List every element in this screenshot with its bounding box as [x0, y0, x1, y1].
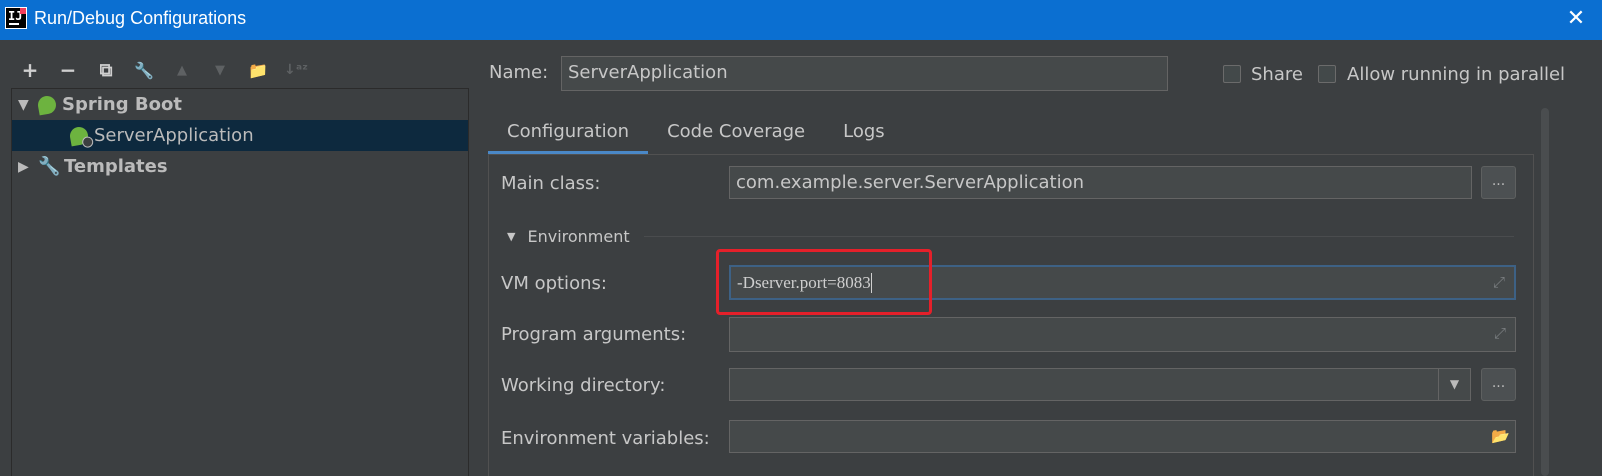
vm-options-label: VM options:	[501, 273, 607, 294]
config-toolbar: + − ⧉ 🔧 ▲ ▼ 📁 ↓ᵃᶻ	[16, 56, 310, 84]
tree-item-templates[interactable]: ▶ 🔧 Templates	[12, 151, 468, 182]
tree-item-label: Spring Boot	[62, 94, 182, 115]
environment-variables-field[interactable]: 📂	[729, 420, 1516, 453]
window-title: Run/Debug Configurations	[34, 8, 247, 28]
allow-parallel-checkbox[interactable]	[1318, 65, 1336, 83]
wrench-icon: 🔧	[38, 156, 61, 177]
main-class-label: Main class:	[501, 173, 601, 194]
share-label: Share	[1251, 64, 1303, 85]
folder-icon[interactable]: 📂	[1491, 427, 1510, 445]
config-tabs: Configuration Code Coverage Logs	[488, 112, 904, 154]
working-directory-label: Working directory:	[501, 375, 666, 396]
tree-item-spring-boot[interactable]: ▼ Spring Boot	[12, 89, 468, 120]
sort-icon[interactable]: ↓ᵃᶻ	[282, 56, 310, 84]
title-bar: IJ Run/Debug Configurations ✕	[0, 0, 1602, 40]
collapse-arrow-icon[interactable]: ▶	[18, 159, 29, 175]
add-icon[interactable]: +	[16, 56, 44, 84]
expand-icon[interactable]: ⤢	[1491, 324, 1509, 342]
close-icon[interactable]: ✕	[1560, 4, 1592, 36]
name-label: Name:	[489, 62, 549, 83]
new-folder-icon[interactable]: 📁	[244, 56, 272, 84]
name-input[interactable]: ServerApplication	[561, 56, 1168, 91]
intellij-app-icon: IJ	[5, 7, 27, 29]
config-tree: ▼ Spring Boot ServerApplication ▶ 🔧 Temp…	[11, 88, 469, 476]
move-down-icon[interactable]: ▼	[206, 56, 234, 84]
spring-boot-icon	[36, 94, 58, 115]
copy-icon[interactable]: ⧉	[92, 56, 120, 84]
chevron-down-icon[interactable]: ▼	[1438, 369, 1470, 400]
tab-logs[interactable]: Logs	[824, 112, 904, 154]
vm-options-value: -Dserver.port=8083	[737, 273, 871, 292]
allow-parallel-label: Allow running in parallel	[1347, 64, 1566, 85]
section-divider	[644, 236, 1514, 237]
vm-options-field[interactable]: -Dserver.port=8083 ⤢	[729, 265, 1516, 300]
environment-variables-label: Environment variables:	[501, 428, 710, 449]
remove-icon[interactable]: −	[54, 56, 82, 84]
tab-code-coverage[interactable]: Code Coverage	[648, 112, 824, 154]
working-directory-field[interactable]: ▼	[729, 368, 1471, 401]
browse-main-class-button[interactable]: ...	[1481, 166, 1516, 199]
tree-item-label: ServerApplication	[94, 125, 254, 146]
browse-working-directory-button[interactable]: ...	[1481, 368, 1516, 401]
collapse-triangle-icon: ▼	[507, 229, 516, 243]
share-checkbox[interactable]	[1223, 65, 1241, 83]
wrench-icon[interactable]: 🔧	[130, 56, 158, 84]
spring-app-icon	[68, 125, 95, 148]
tree-item-label: Templates	[64, 156, 168, 177]
environment-section-header[interactable]: ▼ Environment	[507, 226, 630, 246]
program-arguments-field[interactable]: ⤢	[729, 317, 1516, 352]
expand-icon[interactable]: ⤢	[1490, 273, 1508, 291]
main-class-field[interactable]: com.example.server.ServerApplication	[729, 166, 1472, 199]
environment-label: Environment	[527, 226, 630, 246]
expand-arrow-icon[interactable]: ▼	[18, 97, 29, 113]
vertical-scrollbar[interactable]	[1538, 108, 1552, 476]
tab-configuration[interactable]: Configuration	[488, 112, 649, 154]
tree-item-server-application[interactable]: ServerApplication	[12, 120, 468, 151]
move-up-icon[interactable]: ▲	[168, 56, 196, 84]
program-arguments-label: Program arguments:	[501, 324, 687, 345]
